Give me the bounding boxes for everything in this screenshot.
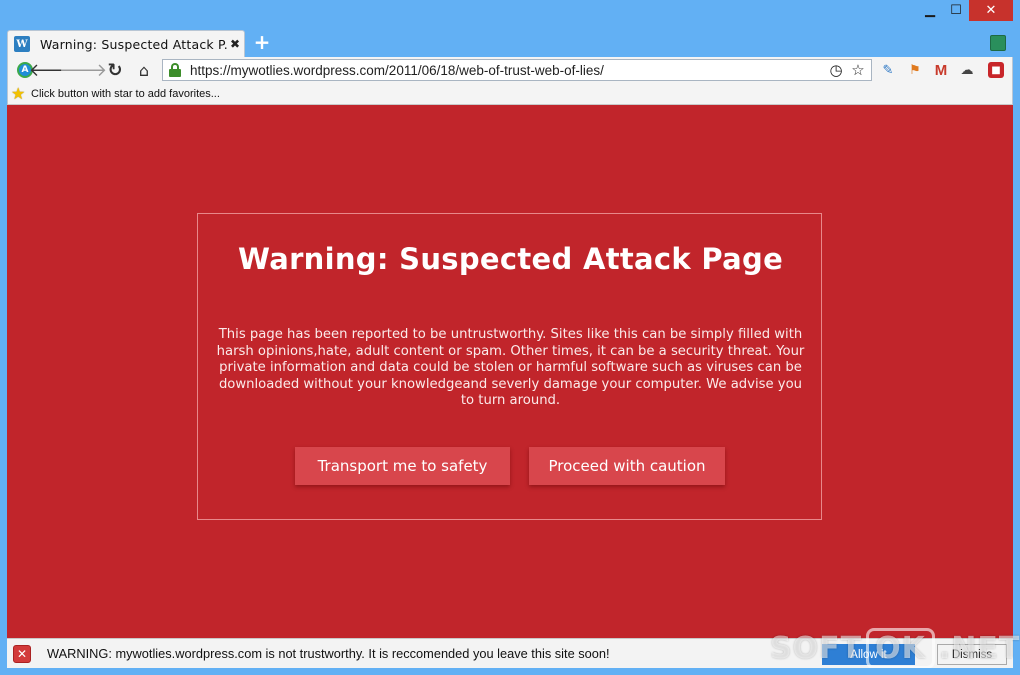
- tab-title: Warning: Suspected Attack P...: [40, 36, 228, 52]
- warning-page: Warning: Suspected Attack Page This page…: [7, 105, 1013, 638]
- maximize-button[interactable]: ☐: [943, 0, 969, 21]
- window-extension-icon[interactable]: [990, 35, 1006, 51]
- tab-close-icon[interactable]: ✖: [230, 37, 240, 51]
- reload-icon[interactable]: ↻: [106, 60, 124, 81]
- browser-toolbar: A 🡐 🡒 ↻ ⌂ https://mywotlies.wordpress.co…: [7, 57, 1013, 84]
- notification-bar: ✕ WARNING: mywotlies.wordpress.com is no…: [7, 638, 1013, 668]
- new-tab-button[interactable]: +: [253, 32, 271, 52]
- minimize-button[interactable]: ▁: [917, 0, 943, 21]
- close-window-button[interactable]: ✕: [969, 0, 1013, 21]
- weather-icon[interactable]: ☁: [959, 62, 975, 78]
- warning-box: Warning: Suspected Attack Page This page…: [197, 213, 822, 520]
- browser-tab[interactable]: W Warning: Suspected Attack P... ✖: [7, 30, 245, 57]
- proceed-button[interactable]: Proceed with caution: [529, 447, 725, 485]
- safety-button[interactable]: Transport me to safety: [295, 447, 510, 485]
- window-bottom-border: [0, 668, 1020, 675]
- dismiss-button[interactable]: Dismiss: [937, 644, 1007, 665]
- wordpress-favicon-icon: W: [14, 36, 30, 52]
- forward-icon[interactable]: 🡒: [59, 60, 107, 81]
- favorites-bar: ★ Click button with star to add favorite…: [7, 84, 1013, 105]
- lock-icon: [168, 63, 182, 77]
- url-text[interactable]: https://mywotlies.wordpress.com/2011/06/…: [190, 63, 604, 78]
- allow-button[interactable]: Allow it: [822, 644, 915, 665]
- address-bar[interactable]: https://mywotlies.wordpress.com/2011/06/…: [162, 59, 872, 81]
- notification-text: WARNING: mywotlies.wordpress.com is not …: [47, 646, 610, 661]
- gmail-icon[interactable]: M: [933, 62, 949, 79]
- warning-title: Warning: Suspected Attack Page: [237, 242, 784, 276]
- speed-dial-icon[interactable]: ◷: [827, 61, 845, 79]
- warning-message: This page has been reported to be untrus…: [216, 327, 805, 408]
- extension-icon-5[interactable]: ■: [988, 62, 1004, 78]
- home-icon[interactable]: ⌂: [135, 61, 153, 80]
- favorites-star-icon[interactable]: ★: [11, 86, 27, 102]
- star-icon[interactable]: ☆: [849, 61, 867, 79]
- extension-icon-1[interactable]: ✎: [880, 62, 896, 78]
- extension-icon-2[interactable]: ⚑: [907, 62, 923, 78]
- warning-close-icon[interactable]: ✕: [13, 644, 31, 663]
- window-titlebar: ▁ ☐ ✕: [0, 0, 1020, 30]
- favorites-hint: Click button with star to add favorites.…: [31, 88, 220, 100]
